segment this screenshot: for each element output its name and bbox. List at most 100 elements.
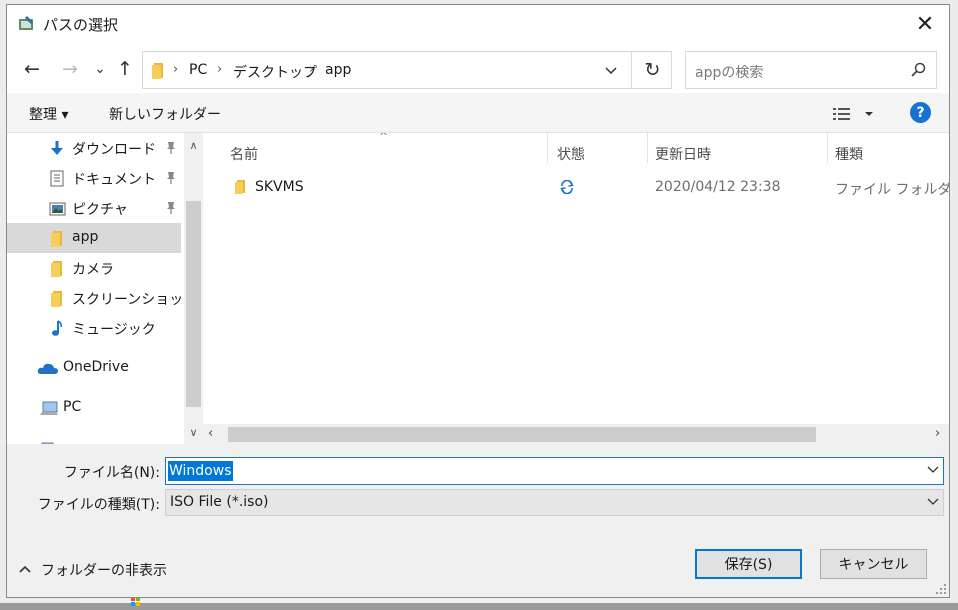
refresh-button[interactable]: ↻ [631,52,673,88]
file-modified: 2020/04/12 23:38 [655,179,781,195]
column-header-modified[interactable]: 更新日時 [655,144,711,164]
filetype-value: ISO File (*.iso) [170,494,269,510]
chevron-up-icon[interactable] [19,564,31,574]
save-dialog: パスの選択 ✕ ← → ⌄ ↑ › PC › デスクトップ › app ↻ ap… [6,4,950,598]
sidebar-item-label: カメラ [72,262,114,278]
back-arrow-icon: ← [24,58,40,80]
navigation-pane: ダウンロード ドキュメント ピクチャ app カメラ スクリーンショット ミュー… [7,133,184,444]
chevron-down-icon: ⌄ [94,61,106,77]
address-bar[interactable]: › PC › デスクトップ › app ↻ [142,51,672,89]
chevron-down-icon [605,67,617,75]
back-button[interactable]: ← [19,56,45,82]
hide-folders-button[interactable]: フォルダーの非表示 [41,560,167,580]
file-name[interactable]: SKVMS [255,179,304,195]
scroll-right-icon[interactable]: › [935,426,940,441]
up-button[interactable]: ↑ [112,56,138,82]
pictures-icon [49,200,66,217]
sidebar-item-network-partial[interactable] [7,433,181,444]
sidebar-item-pc[interactable]: PC [7,393,181,423]
refresh-icon: ↻ [644,59,661,81]
help-icon: ? [916,104,925,121]
organize-button[interactable]: 整理 ▾ [29,104,68,124]
up-arrow-icon: ↑ [117,58,133,80]
save-button[interactable]: 保存(S) [695,549,802,579]
pin-icon [165,141,177,155]
help-button[interactable]: ? [910,102,931,123]
column-header-status[interactable]: 状態 [557,144,585,164]
close-icon: ✕ [915,11,935,37]
search-box[interactable]: appの検索 [685,51,937,89]
download-arrow-icon [49,140,65,157]
forward-arrow-icon: → [62,58,78,80]
close-button[interactable]: ✕ [905,7,945,41]
file-type: ファイル フォルダー [835,182,949,198]
details-view-icon [833,108,873,120]
scrollbar-thumb[interactable] [186,201,201,407]
scroll-up-icon[interactable]: ∧ [187,139,200,153]
sidebar-item-label: app [72,229,99,245]
forward-button[interactable]: → [57,56,83,82]
search-icon[interactable] [910,62,926,78]
breadcrumb-separator: › [309,62,315,77]
breadcrumb-pc[interactable]: PC [189,62,207,78]
new-folder-button[interactable]: 新しいフォルダー [109,104,221,124]
sync-icon [560,179,574,198]
file-list-pane: ^ 名前 状態 更新日時 種類 SKVMS 2020/04/12 23:38 フ… [203,133,949,444]
sort-ascending-icon: ^ [379,133,389,143]
sidebar-item-pictures[interactable]: ピクチャ [7,193,181,223]
pin-icon [165,201,177,215]
filename-label: ファイル名(N): [63,465,160,481]
column-divider[interactable] [547,133,548,163]
folder-icon [49,230,65,247]
breadcrumb-desktop[interactable]: デスクトップ [233,62,317,82]
scroll-left-icon[interactable]: ‹ [208,426,213,441]
pc-icon [39,400,59,417]
column-divider[interactable] [647,133,648,163]
folder-icon [49,260,65,277]
address-dropdown-button[interactable] [599,59,623,83]
sidebar-item-onedrive[interactable]: OneDrive [7,353,181,383]
scroll-down-icon[interactable]: ∨ [187,426,200,440]
breadcrumb-separator: › [173,62,179,77]
column-divider[interactable] [827,133,828,163]
view-options-button[interactable] [831,105,873,123]
navigation-bar: ← → ⌄ ↑ › PC › デスクトップ › app ↻ appの検索 [7,43,949,93]
sidebar-item-label: ドキュメント [72,172,156,188]
sidebar-item-label: ミュージック [72,322,156,338]
filetype-label: ファイルの種類(T): [37,497,160,513]
folder-icon [233,179,247,194]
music-note-icon [49,320,65,337]
breadcrumb-app[interactable]: app [325,62,351,78]
sidebar-item-app[interactable]: app [7,223,181,253]
filename-input[interactable]: Windows [168,461,233,481]
recent-locations-button[interactable]: ⌄ [87,56,113,82]
filename-field[interactable]: Windows [165,457,944,485]
search-input[interactable]: appの検索 [695,62,763,82]
sidebar-item-label: OneDrive [63,359,129,375]
sidebar-item-screenshots[interactable]: スクリーンショット [7,283,184,313]
folder-icon [150,62,166,79]
sidebar-item-label: ピクチャ [72,202,128,218]
sidebar-item-downloads[interactable]: ダウンロード [7,133,181,163]
sidebar-item-camera[interactable]: カメラ [7,253,181,283]
sidebar-scrollbar[interactable]: ∧ ∨ [184,133,203,444]
column-header-type[interactable]: 種類 [835,144,863,164]
app-icon [18,15,36,31]
folder-icon [49,290,65,307]
title-bar: パスの選択 ✕ [7,5,949,43]
scrollbar-thumb[interactable] [228,427,816,442]
cancel-button[interactable]: キャンセル [820,549,927,579]
resize-grip-icon[interactable] [935,583,947,595]
sidebar-item-label: PC [63,399,82,415]
sidebar-item-documents[interactable]: ドキュメント [7,163,181,193]
sidebar-item-label: ダウンロード [72,142,156,158]
sidebar-item-label: スクリーンショット [72,292,184,308]
breadcrumb-separator: › [217,62,223,77]
chevron-down-icon [927,498,939,505]
pin-icon [165,171,177,185]
column-header-name[interactable]: 名前 [230,144,258,164]
horizontal-scrollbar[interactable]: ‹ › [203,424,949,444]
sidebar-item-music[interactable]: ミュージック [7,313,181,343]
filetype-select[interactable]: ISO File (*.iso) [165,489,944,516]
chevron-down-icon [927,466,939,473]
